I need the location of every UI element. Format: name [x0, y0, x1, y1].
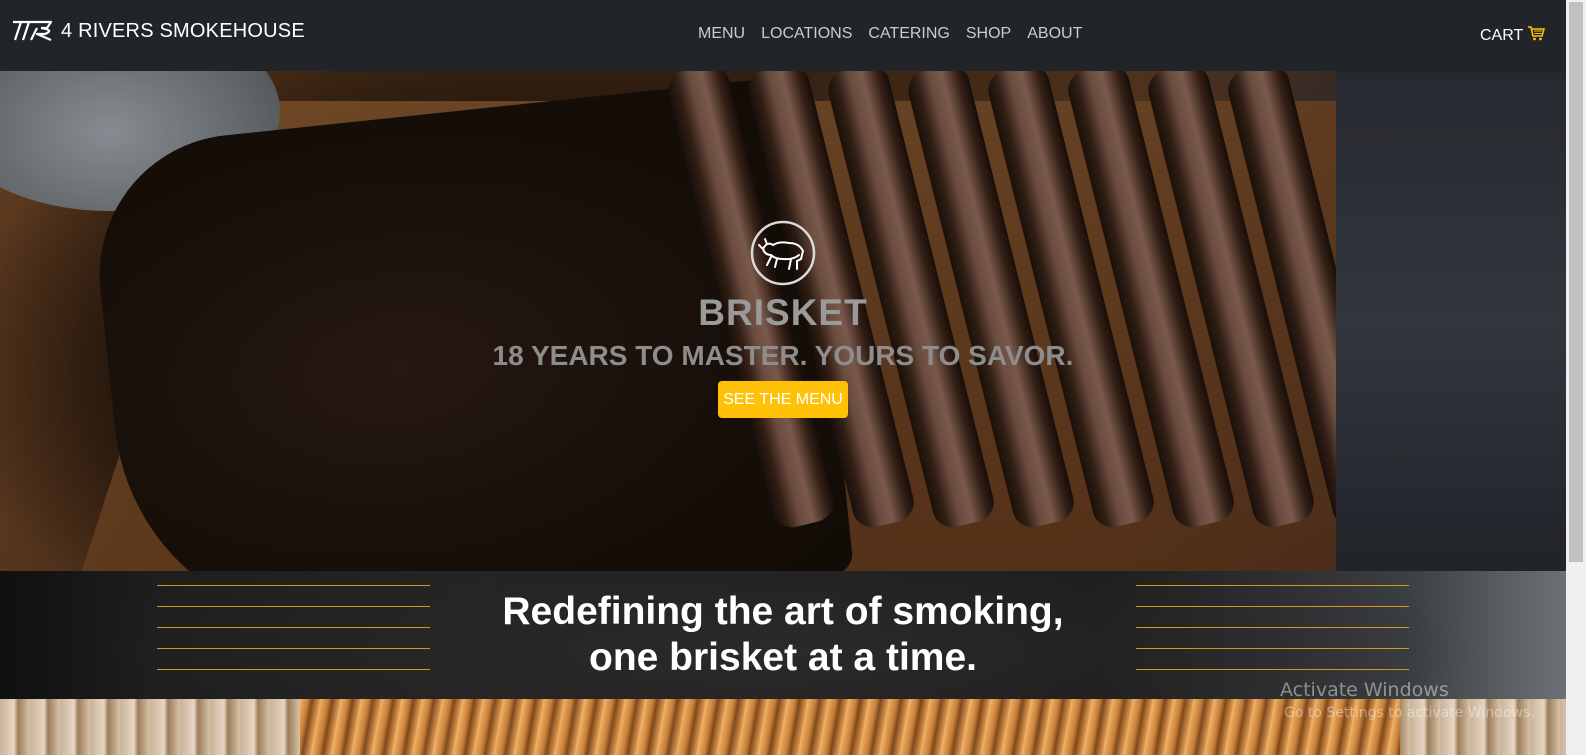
activate-windows-watermark: Activate Windows Go to Settings to activ…: [1280, 679, 1535, 721]
page-scrollbar[interactable]: [1566, 0, 1586, 755]
brand-link[interactable]: 4 RIVERS SMOKEHOUSE: [11, 18, 305, 44]
nav-shop[interactable]: SHOP: [966, 25, 1011, 43]
cart-link[interactable]: CART: [1480, 25, 1546, 46]
cart-label: CART: [1480, 26, 1524, 44]
main-nav: MENU LOCATIONS CATERING SHOP ABOUT: [698, 25, 1082, 43]
brand-name: 4 RIVERS SMOKEHOUSE: [61, 19, 305, 42]
tagline: Redefining the art of smoking, one brisk…: [0, 589, 1566, 681]
tagline-line-2: one brisket at a time.: [589, 636, 977, 679]
hero-subtitle: 18 YEARS TO MASTER. YOURS TO SAVOR.: [492, 340, 1074, 371]
shopping-cart-icon: [1527, 25, 1546, 46]
tagline-line-1: Redefining the art of smoking,: [502, 590, 1064, 633]
scrollbar-thumb[interactable]: [1569, 2, 1583, 562]
hero-content: BRISKET 18 YEARS TO MASTER. YOURS TO SAV…: [0, 71, 1566, 571]
nav-about[interactable]: ABOUT: [1027, 25, 1082, 43]
hero-title: BRISKET: [698, 292, 868, 333]
bull-icon: [749, 219, 817, 287]
nav-menu[interactable]: MENU: [698, 25, 745, 43]
see-the-menu-button[interactable]: SEE THE MENU: [718, 381, 848, 418]
hero-section: BRISKET 18 YEARS TO MASTER. YOURS TO SAV…: [0, 71, 1566, 571]
nav-locations[interactable]: LOCATIONS: [761, 25, 852, 43]
navbar: 4 RIVERS SMOKEHOUSE MENU LOCATIONS CATER…: [0, 0, 1586, 71]
nav-catering[interactable]: CATERING: [868, 25, 949, 43]
4r-logo-icon: [11, 18, 59, 44]
watermark-title: Activate Windows: [1280, 679, 1449, 701]
watermark-subtitle: Go to Settings to activate Windows.: [1284, 705, 1535, 721]
